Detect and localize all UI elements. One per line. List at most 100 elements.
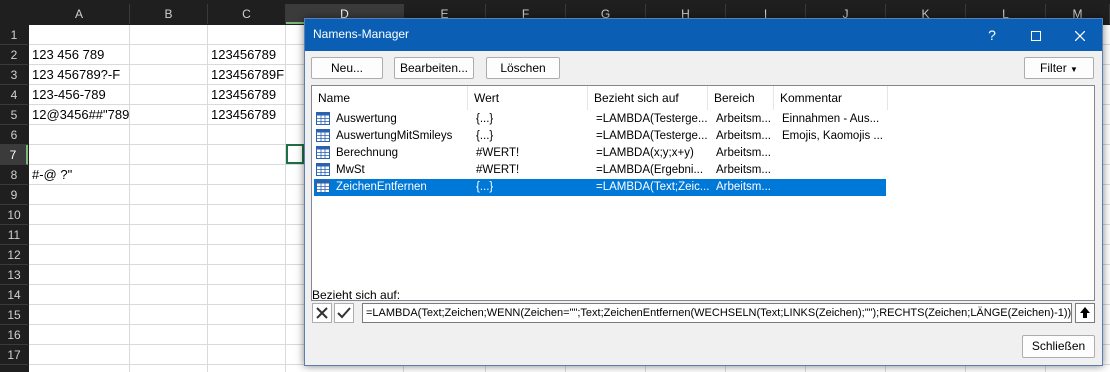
row-header-2[interactable]: 2 xyxy=(0,45,28,65)
name-list-row[interactable]: Berechnung #WERT! =LAMBDA(x;y;x+y) Arbeitsm… xyxy=(314,145,886,162)
name-name-cell: AuswertungMitSmileys xyxy=(336,130,453,142)
table-name-icon xyxy=(316,180,330,193)
maximize-icon xyxy=(1031,31,1041,42)
name-name-cell: MwSt xyxy=(336,164,365,176)
row-header-4[interactable]: 4 xyxy=(0,85,28,105)
delete-button[interactable]: Löschen xyxy=(486,57,560,79)
table-name-icon xyxy=(316,146,330,159)
cell-a8[interactable]: #-@ ?" xyxy=(29,165,72,185)
cell-c2[interactable]: 123456789 xyxy=(208,45,276,65)
title-bar: Namens-Manager ? xyxy=(305,19,1102,51)
name-comment-cell xyxy=(782,145,892,162)
collapse-dialog-button[interactable] xyxy=(1075,303,1095,323)
name-refers-cell: =LAMBDA(Ergebni... xyxy=(596,164,704,176)
name-scope-cell: Arbeitsm... xyxy=(716,113,771,125)
new-button-label: Neu... xyxy=(330,61,363,75)
list-header-4[interactable]: Kommentar xyxy=(774,86,888,110)
name-value-cell: #WERT! xyxy=(476,147,520,159)
name-value-cell: {...} xyxy=(476,181,494,193)
maximize-button[interactable] xyxy=(1014,19,1058,51)
delete-button-label: Löschen xyxy=(500,61,546,75)
name-name-cell: ZeichenEntfernen xyxy=(336,181,427,193)
name-name-cell: Berechnung xyxy=(336,147,399,159)
close-icon xyxy=(1074,30,1086,42)
name-refers-cell: =LAMBDA(x;y;x+y) xyxy=(596,147,694,159)
cell-c4[interactable]: 123456789 xyxy=(208,85,276,105)
cell-a2[interactable]: 123 456 789 xyxy=(29,45,104,65)
name-scope-cell: Arbeitsm... xyxy=(716,181,771,193)
name-list-row[interactable]: MwSt #WERT! =LAMBDA(Ergebni... Arbeitsm... xyxy=(314,162,886,179)
cell-a3[interactable]: 123 456789?-F xyxy=(29,65,120,85)
list-header-0[interactable]: Name xyxy=(312,86,468,110)
row-header-6[interactable]: 6 xyxy=(0,125,28,145)
row-header-1[interactable]: 1 xyxy=(0,25,28,45)
close-window-button[interactable] xyxy=(1058,19,1102,51)
close-button-label: Schließen xyxy=(1031,339,1086,353)
row-header-14[interactable]: 14 xyxy=(0,285,28,305)
edit-button[interactable]: Bearbeiten... xyxy=(394,57,474,79)
cell-c5[interactable]: 123456789 xyxy=(208,105,276,125)
list-header-3[interactable]: Bereich xyxy=(708,86,774,110)
cell-a4[interactable]: 123-456-789 xyxy=(29,85,106,105)
cancel-icon xyxy=(316,307,328,319)
table-name-icon xyxy=(316,112,330,125)
name-comment-cell: Einnahmen - Aus... xyxy=(782,113,880,125)
dialog-title: Namens-Manager xyxy=(313,27,410,41)
new-button[interactable]: Neu... xyxy=(311,57,383,79)
row-header-16[interactable]: 16 xyxy=(0,325,28,345)
name-scope-cell: Arbeitsm... xyxy=(716,147,771,159)
name-name-cell: Auswertung xyxy=(336,113,397,125)
row-header-17[interactable]: 17 xyxy=(0,345,28,365)
cancel-edit-button[interactable] xyxy=(312,303,332,323)
close-button[interactable]: Schließen xyxy=(1022,335,1095,358)
gridline-vertical xyxy=(129,25,130,372)
checkmark-icon xyxy=(337,307,351,319)
names-list[interactable]: Name Wert Bezieht sich auf Bereich Kommentar… xyxy=(311,85,1095,301)
name-value-cell: #WERT! xyxy=(476,164,520,176)
table-name-icon xyxy=(316,163,330,176)
cell-a5[interactable]: 12@3456##"789 xyxy=(29,105,129,125)
filter-button[interactable]: Filter ▼ xyxy=(1024,57,1094,79)
list-header-2[interactable]: Bezieht sich auf xyxy=(588,86,708,110)
row-header-5[interactable]: 5 xyxy=(0,105,28,125)
row-header-7[interactable]: 7 xyxy=(0,145,28,165)
list-header-1[interactable]: Wert xyxy=(468,86,588,110)
name-manager-dialog: Namens-Manager ? Neu... Bearbeiten... Lö… xyxy=(304,18,1103,366)
name-refers-cell: =LAMBDA(Testerge... xyxy=(596,130,708,142)
name-refers-cell: =LAMBDA(Text;Zeic... xyxy=(596,181,710,193)
name-refers-cell: =LAMBDA(Testerge... xyxy=(596,113,708,125)
row-header-3[interactable]: 3 xyxy=(0,65,28,85)
table-name-icon xyxy=(316,129,330,142)
column-header-b[interactable]: B xyxy=(130,4,208,24)
name-comment-cell xyxy=(782,162,892,179)
name-value-cell: {...} xyxy=(476,113,494,125)
row-header-9[interactable]: 9 xyxy=(0,185,28,205)
row-header-12[interactable]: 12 xyxy=(0,245,28,265)
gridline-vertical xyxy=(285,25,286,372)
name-list-row[interactable]: Auswertung {...} =LAMBDA(Testerge... Arbeit… xyxy=(314,111,886,128)
name-scope-cell: Arbeitsm... xyxy=(716,164,771,176)
row-header-8[interactable]: 8 xyxy=(0,165,28,185)
name-list-row[interactable]: AuswertungMitSmileys {...} =LAMBDA(Testerg… xyxy=(314,128,886,145)
row-header-15[interactable]: 15 xyxy=(0,305,28,325)
column-header-a[interactable]: A xyxy=(29,4,130,24)
row-header-13[interactable]: 13 xyxy=(0,265,28,285)
row-header-11[interactable]: 11 xyxy=(0,225,28,245)
refers-to-label: Bezieht sich auf: xyxy=(312,288,401,302)
name-scope-cell: Arbeitsm... xyxy=(716,130,771,142)
name-comment-cell: Emojis, Kaomojis ... xyxy=(782,130,883,142)
filter-button-label: Filter xyxy=(1040,61,1067,75)
help-button[interactable]: ? xyxy=(970,19,1014,51)
name-list-row[interactable]: ZeichenEntfernen {...} =LAMBDA(Text;Zeic..… xyxy=(314,179,886,196)
cell-c3[interactable]: 123456789F xyxy=(208,65,284,85)
dropdown-arrow-icon: ▼ xyxy=(1070,65,1078,74)
confirm-edit-button[interactable] xyxy=(334,303,354,323)
row-header-10[interactable]: 10 xyxy=(0,205,28,225)
column-header-c[interactable]: C xyxy=(208,4,286,24)
edit-button-label: Bearbeiten... xyxy=(399,61,469,75)
collapse-arrow-icon xyxy=(1080,307,1090,318)
name-value-cell: {...} xyxy=(476,130,494,142)
refers-to-input[interactable]: =LAMBDA(Text;Zeichen;WENN(Zeichen="";Tex… xyxy=(362,303,1072,323)
active-cell-d7[interactable] xyxy=(286,144,304,164)
name-comment-cell xyxy=(782,179,892,196)
